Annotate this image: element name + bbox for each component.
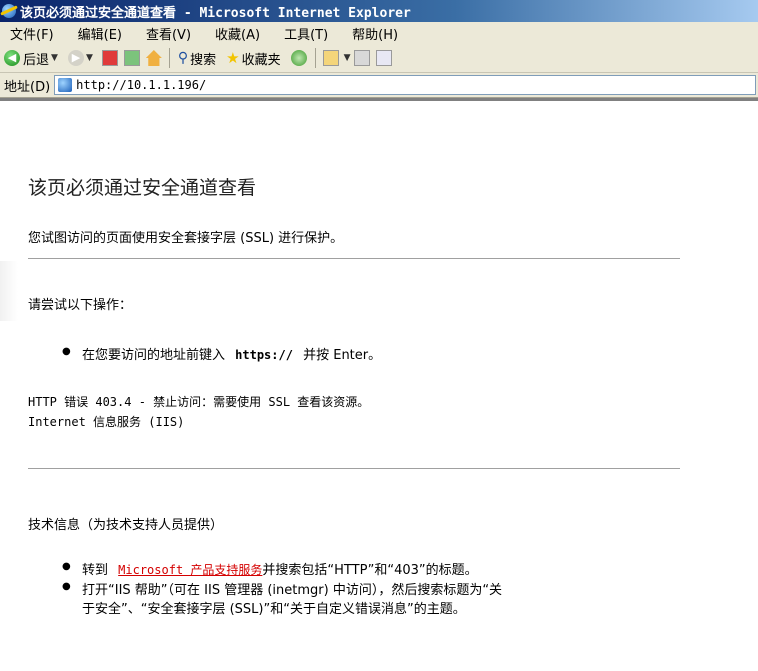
try-item-protocol: https:// (235, 348, 293, 362)
server-line: Internet 信息服务 (IIS) (28, 415, 185, 429)
menu-edit[interactable]: 编辑(E) (78, 24, 122, 43)
menu-help[interactable]: 帮助(H) (352, 24, 398, 43)
error-line: HTTP 错误 403.4 - 禁止访问：需要使用 SSL 查看该资源。 (28, 395, 370, 409)
try-list-item: 在您要访问的地址前键入 https:// 并按 Enter。 (62, 344, 382, 363)
search-icon: ⚲ (177, 50, 189, 66)
star-icon: ★ (226, 49, 240, 67)
tech-item1-pre: 转到 (82, 563, 109, 578)
page-title: 该页必须通过安全通道查看 (28, 177, 257, 199)
mail-icon[interactable] (322, 50, 339, 66)
tech-item2-line2: 于安全”、“安全套接字层 (SSL)”和“关于自定义错误消息”的主题。 (82, 602, 466, 617)
tech-item2-line1: 打开“IIS 帮助”（可在 IIS 管理器 (inetmgr) 中访问），然后搜… (82, 583, 503, 598)
print-icon[interactable] (353, 50, 370, 66)
ie-logo-icon (2, 4, 16, 18)
page-icon (58, 78, 73, 92)
home-icon[interactable] (145, 50, 162, 66)
favorites-button[interactable]: ★ 收藏夹 (226, 49, 280, 68)
menu-file[interactable]: 文件(F) (10, 24, 54, 43)
tech-list-item: 转到 Microsoft 产品支持服务并搜索包括“HTTP”和“403”的标题。 (62, 559, 478, 578)
chevron-down-icon[interactable]: ▼ (86, 53, 93, 63)
divider (28, 468, 680, 469)
chevron-down-icon[interactable]: ▼ (344, 53, 351, 63)
address-bar: 地址(D) http://10.1.1.196/ (0, 73, 758, 98)
tech-heading: 技术信息（为技术支持人员提供） (28, 518, 224, 533)
toolbar-separator (168, 48, 170, 68)
back-button[interactable]: ◀ 后退 ▼ (4, 49, 58, 68)
address-url[interactable]: http://10.1.1.196/ (76, 78, 206, 92)
forward-arrow-icon: ▶ (67, 50, 84, 66)
menu-view[interactable]: 查看(V) (146, 24, 191, 43)
search-label: 搜索 (190, 52, 217, 68)
tech-list-item: 打开“IIS 帮助”（可在 IIS 管理器 (inetmgr) 中访问），然后搜… (62, 579, 503, 598)
menu-favorites[interactable]: 收藏(A) (215, 24, 260, 43)
address-label: 地址(D) (4, 79, 51, 95)
title-bar: 该页必须通过安全通道查看 - Microsoft Internet Explor… (0, 0, 758, 22)
window-title: 该页必须通过安全通道查看 - Microsoft Internet Explor… (20, 5, 411, 21)
favorites-label: 收藏夹 (241, 52, 281, 68)
forward-button[interactable]: ▶ ▼ (67, 50, 93, 66)
refresh-icon[interactable] (123, 50, 140, 66)
edit-icon[interactable] (375, 50, 392, 66)
back-arrow-icon: ◀ (4, 50, 20, 66)
menu-tools[interactable]: 工具(T) (284, 24, 328, 43)
left-shade (0, 261, 18, 321)
try-item-post: 并按 Enter。 (303, 348, 382, 363)
stop-icon[interactable] (101, 50, 118, 66)
page-subtitle: 您试图访问的页面使用安全套接字层 (SSL) 进行保护。 (28, 231, 344, 246)
try-heading: 请尝试以下操作： (28, 298, 133, 313)
address-input[interactable]: http://10.1.1.196/ (54, 75, 756, 95)
back-label: 后退 (23, 52, 50, 68)
page-content: 该页必须通过安全通道查看 您试图访问的页面使用安全套接字层 (SSL) 进行保护… (0, 101, 758, 671)
tech-item1-post: 并搜索包括“HTTP”和“403”的标题。 (262, 563, 478, 578)
toolbar-separator (314, 48, 316, 68)
media-icon[interactable] (290, 50, 307, 66)
standard-toolbar: ◀ 后退 ▼ ▶ ▼ ⚲ 搜索 ★ 收藏夹 ▼ (0, 44, 758, 73)
support-link[interactable]: Microsoft 产品支持服务 (118, 563, 262, 577)
search-button[interactable]: ⚲ 搜索 (178, 49, 216, 68)
divider (28, 258, 680, 259)
chevron-down-icon[interactable]: ▼ (51, 53, 58, 63)
try-item-pre: 在您要访问的地址前键入 (82, 348, 226, 363)
menu-bar: 文件(F) 编辑(E) 查看(V) 收藏(A) 工具(T) 帮助(H) (0, 22, 758, 45)
